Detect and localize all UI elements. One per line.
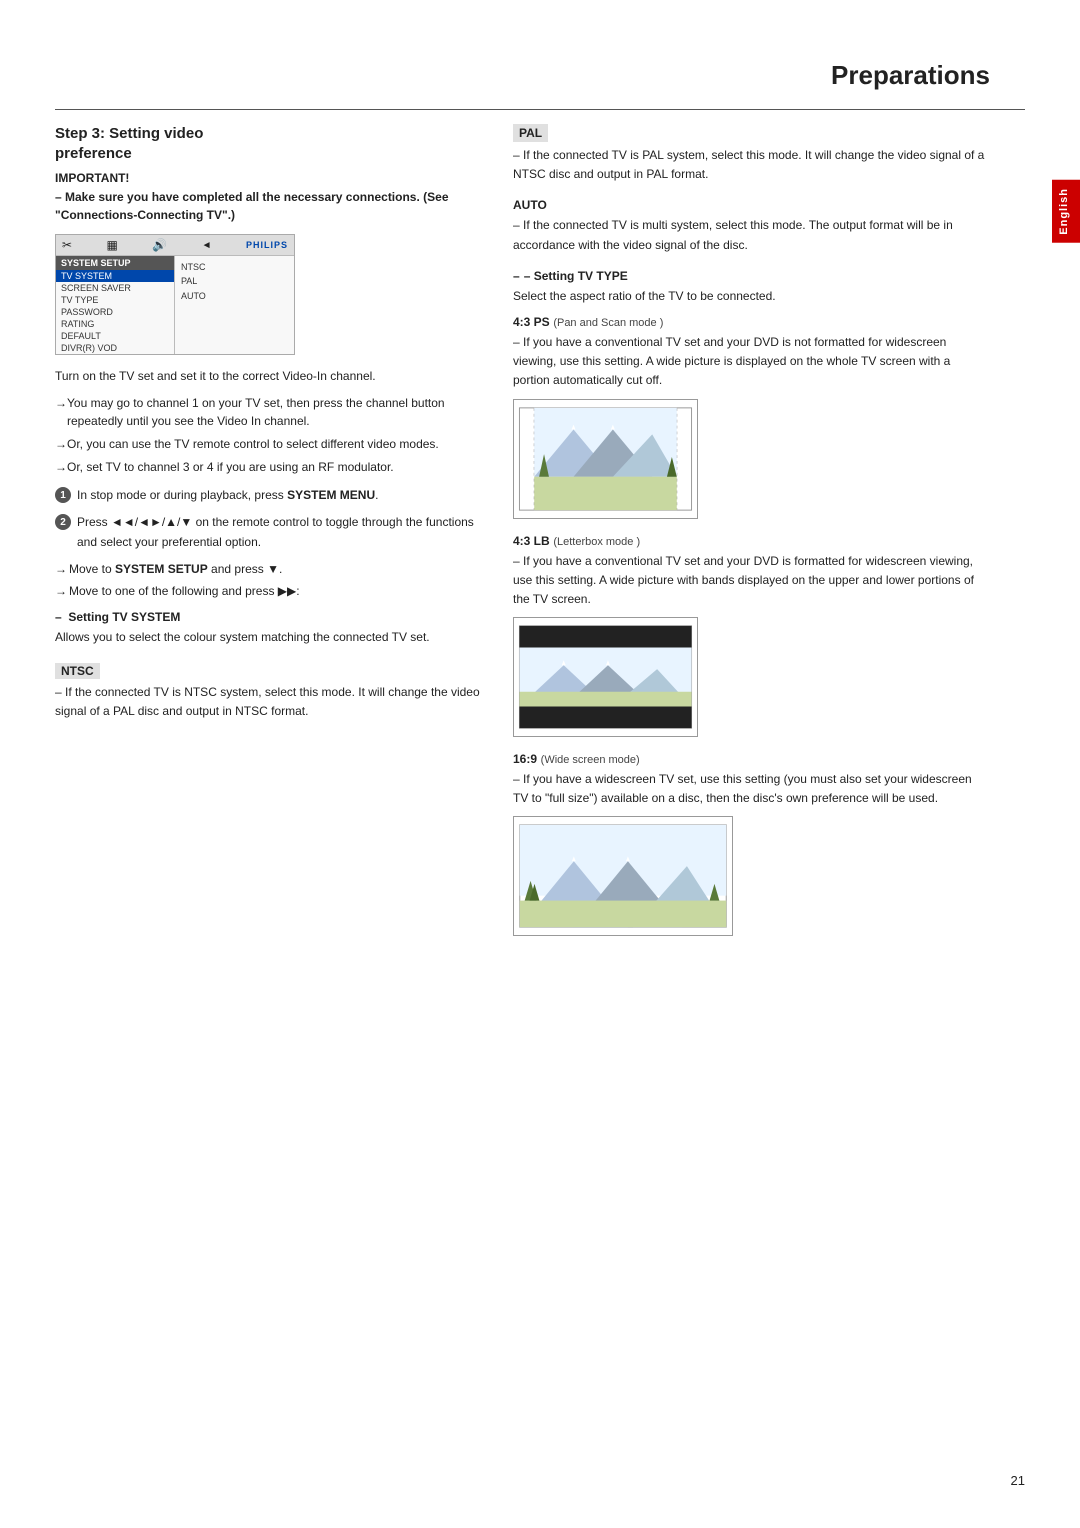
screen-item-default: DEFAULT — [56, 330, 174, 342]
step-1-number: 1 — [55, 487, 71, 503]
ps43-label: 4:3 PS (Pan and Scan mode ) — [513, 314, 990, 329]
screen-value-ntsc: NTSC — [181, 260, 288, 274]
arrow-item-1: You may go to channel 1 on your TV set, … — [55, 394, 485, 430]
important-label: IMPORTANT! — [55, 171, 485, 185]
language-tab: English — [1052, 180, 1080, 243]
icon-grid: ▦ — [106, 238, 117, 252]
ps43-text: – If you have a conventional TV set and … — [513, 333, 990, 391]
tv-sketch-wide169 — [513, 816, 733, 936]
step-1: 1 In stop mode or during playback, press… — [55, 486, 485, 505]
body-para-1: Turn on the TV set and set it to the cor… — [55, 367, 485, 386]
ntsc-text: – If the connected TV is NTSC system, se… — [55, 683, 485, 721]
screen-left-panel: SYSTEM SETUP TV SYSTEM SCREEN SAVER TV T… — [56, 256, 175, 354]
screen-item-screen-saver: SCREEN SAVER — [56, 282, 174, 294]
pal-label: PAL — [513, 124, 548, 142]
screen-right-panel: NTSC PAL AUTO — [175, 256, 294, 354]
wide169-text: – If you have a widescreen TV set, use t… — [513, 770, 990, 808]
important-text: – Make sure you have completed all the n… — [55, 188, 485, 224]
auto-label: AUTO — [513, 198, 990, 212]
screen-item-rating: RATING — [56, 318, 174, 330]
ntsc-label: NTSC — [55, 663, 100, 679]
page-number: 21 — [1011, 1473, 1025, 1488]
step-heading: Step 3: Setting video preference — [55, 124, 485, 163]
icon-menu: ◄ — [202, 240, 212, 251]
tv-sketch-wide169-svg — [514, 817, 732, 935]
sub-arrow-1: Move to SYSTEM SETUP and press ▼. — [55, 560, 485, 578]
page-title: Preparations — [55, 60, 1025, 91]
screen-mockup: ✂ ▦ 🔊 ◄ PHILIPS SYSTEM SETUP TV SYSTEM S… — [55, 234, 295, 355]
screen-body: SYSTEM SETUP TV SYSTEM SCREEN SAVER TV T… — [56, 256, 294, 354]
setting-tv-type-intro: Select the aspect ratio of the TV to be … — [513, 287, 990, 306]
arrow-item-2: Or, you can use the TV remote control to… — [55, 435, 485, 453]
left-column: Step 3: Setting video preference IMPORTA… — [55, 110, 485, 950]
screen-item-tv-system: TV SYSTEM — [56, 270, 174, 282]
step-1-text: In stop mode or during playback, press S… — [77, 486, 378, 505]
lb43-text: – If you have a conventional TV set and … — [513, 552, 990, 610]
step-2-text: Press ◄◄/◄►/▲/▼ on the remote control to… — [77, 513, 485, 551]
icon-speaker: 🔊 — [152, 238, 167, 252]
screen-item-divr: DIVR(R) VOD — [56, 342, 174, 354]
screen-item-tv-type: TV TYPE — [56, 294, 174, 306]
wide169-section: 16:9 (Wide screen mode) – If you have a … — [513, 751, 990, 936]
screen-value-auto: AUTO — [181, 289, 288, 303]
pal-section: PAL – If the connected TV is PAL system,… — [513, 124, 990, 184]
tv-sketch-ps43 — [513, 399, 698, 519]
pal-text: – If the connected TV is PAL system, sel… — [513, 146, 990, 184]
screen-top-bar: ✂ ▦ 🔊 ◄ PHILIPS — [56, 235, 294, 256]
setting-tv-system-text: Allows you to select the colour system m… — [55, 628, 485, 647]
screen-value-pal: PAL — [181, 274, 288, 288]
setting-tv-type-heading: – – Setting TV TYPE — [513, 269, 990, 283]
lb43-section: 4:3 LB (Letterbox mode ) – If you have a… — [513, 533, 990, 738]
philips-logo: PHILIPS — [246, 240, 288, 250]
lb43-label: 4:3 LB (Letterbox mode ) — [513, 533, 990, 548]
step-2-number: 2 — [55, 514, 71, 530]
wide169-label: 16:9 (Wide screen mode) — [513, 751, 990, 766]
right-column: PAL – If the connected TV is PAL system,… — [513, 110, 1025, 950]
sub-arrow-2: Move to one of the following and press ▶… — [55, 582, 485, 600]
tv-sketch-lb43 — [513, 617, 698, 737]
arrow-item-3: Or, set TV to channel 3 or 4 if you are … — [55, 458, 485, 476]
tv-sketch-ps43-svg — [514, 400, 697, 518]
step-2: 2 Press ◄◄/◄►/▲/▼ on the remote control … — [55, 513, 485, 551]
icon-scissors: ✂ — [62, 238, 72, 252]
screen-menu-title: SYSTEM SETUP — [56, 256, 174, 270]
ps43-section: 4:3 PS (Pan and Scan mode ) – If you hav… — [513, 314, 990, 519]
tv-sketch-lb43-svg — [514, 618, 697, 736]
screen-item-password: PASSWORD — [56, 306, 174, 318]
auto-section: AUTO – If the connected TV is multi syst… — [513, 198, 990, 254]
setting-tv-system-heading: – Setting TV SYSTEM — [55, 610, 485, 624]
auto-text: – If the connected TV is multi system, s… — [513, 216, 990, 254]
